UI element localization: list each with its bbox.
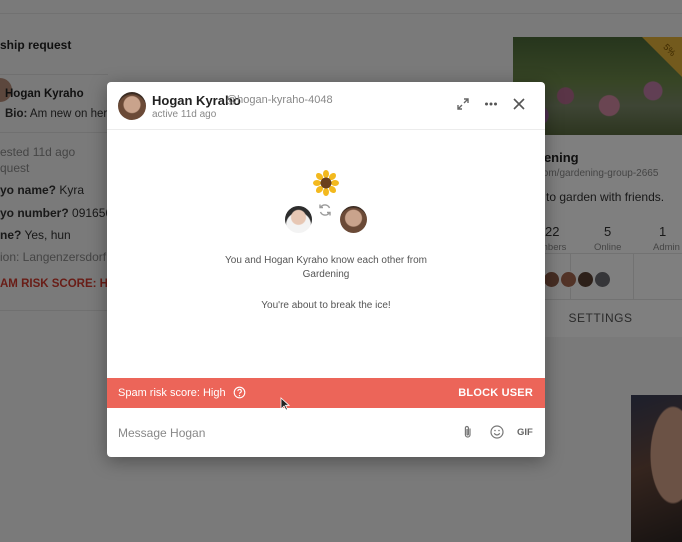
close-button[interactable] xyxy=(510,97,528,115)
icebreaker-text: You're about to break the ice! xyxy=(261,300,391,311)
refresh-icon xyxy=(319,204,331,216)
chat-modal: Hogan Kyraho @hogan-kyraho-4048 active 1… xyxy=(107,82,545,457)
expand-icon xyxy=(457,98,469,110)
avatar[interactable] xyxy=(118,92,146,120)
common-text-line1: You and Hogan Kyraho know each other fro… xyxy=(225,255,427,266)
more-options-button[interactable] xyxy=(482,97,500,115)
attachment-icon[interactable] xyxy=(460,424,476,440)
mouse-cursor-icon xyxy=(280,397,290,411)
contact-avatar xyxy=(340,206,367,233)
message-input[interactable] xyxy=(118,424,438,442)
more-icon xyxy=(485,102,497,106)
spam-risk-label: Spam risk score: High xyxy=(118,387,226,399)
chat-header: Hogan Kyraho @hogan-kyraho-4048 active 1… xyxy=(107,82,545,130)
contact-status: active 11d ago xyxy=(152,109,217,120)
close-icon xyxy=(513,98,525,110)
block-user-button[interactable]: BLOCK USER xyxy=(458,387,533,399)
gif-button[interactable]: GIF xyxy=(516,426,534,439)
expand-button[interactable] xyxy=(454,97,472,115)
chat-footer: GIF xyxy=(107,408,545,457)
chat-body: You and Hogan Kyraho know each other fro… xyxy=(107,130,545,378)
contact-handle: @hogan-kyraho-4048 xyxy=(226,94,333,106)
sunflower-icon xyxy=(313,170,339,196)
common-text-line2: Gardening xyxy=(302,269,350,280)
help-icon[interactable] xyxy=(233,386,246,399)
emoji-icon[interactable] xyxy=(489,424,505,440)
spam-risk-bar: Spam risk score: High BLOCK USER xyxy=(107,378,545,408)
my-avatar xyxy=(285,206,312,233)
